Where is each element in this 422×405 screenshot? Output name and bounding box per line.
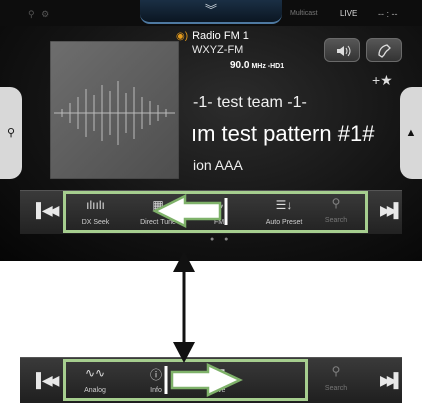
annotation-layer (152, 193, 243, 397)
swipe-left-arrow (152, 193, 228, 229)
swipe-right-arrow (164, 363, 243, 397)
double-headed-arrow (173, 251, 195, 363)
